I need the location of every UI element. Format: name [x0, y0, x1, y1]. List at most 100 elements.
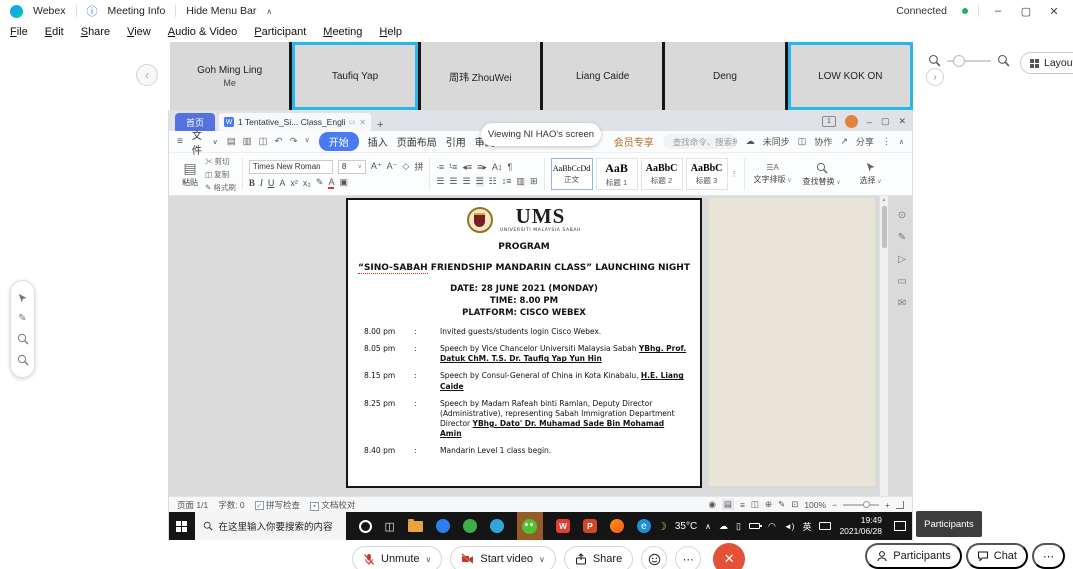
video-tile[interactable]: Deng	[665, 42, 784, 110]
settings-icon[interactable]: ⊙	[898, 210, 906, 221]
spell-check-toggle[interactable]: ✓ 拼写检查	[255, 499, 300, 511]
wps-document-tab[interactable]: W 1 Tentative_Si... Class_English ▭ ✕	[219, 113, 371, 131]
doc-tab-close-icon[interactable]: ✕	[359, 118, 366, 127]
superscript-button[interactable]: x²	[290, 178, 298, 188]
video-tile-active[interactable]: Taufiq Yap	[292, 42, 417, 110]
styles-more-icon[interactable]: ⋮	[731, 170, 738, 178]
wps-close-button[interactable]: ✕	[898, 116, 906, 127]
text-layout-tool[interactable]: ☰A 文字排版 ∨	[751, 155, 795, 193]
save-icon[interactable]: ▤	[227, 136, 236, 147]
proofing-toggle[interactable]: ▪ 文档校对	[310, 499, 355, 511]
align-center-button[interactable]: ☰	[449, 176, 457, 187]
weather-moon-icon[interactable]: ☽	[657, 520, 667, 533]
chevron-down-icon[interactable]: ∨	[539, 555, 545, 564]
phonetic-guide-icon[interactable]: 拼	[414, 160, 423, 173]
weather-temp[interactable]: 35°C	[675, 521, 697, 532]
mail-icon[interactable]: ✉	[898, 298, 906, 309]
line-spacing-button[interactable]: ↕≡	[502, 176, 512, 186]
bullet-list-button[interactable]: ∙≡	[436, 162, 444, 172]
distribute-button[interactable]: ☷	[489, 176, 497, 187]
unmute-button[interactable]: Unmute ∨	[352, 546, 442, 569]
menu-meeting[interactable]: Meeting	[323, 26, 362, 38]
video-tile[interactable]: Goh Ming Ling Me	[170, 42, 289, 110]
participants-panel-button[interactable]: Participants	[865, 543, 961, 569]
style-heading3[interactable]: AaBbC 标题 3	[686, 158, 728, 190]
align-right-button[interactable]: ☰	[463, 176, 471, 187]
zoom-slider-knob[interactable]	[953, 55, 965, 67]
page-view-icon[interactable]: ▤	[722, 499, 734, 510]
numbered-list-button[interactable]: ¹≡	[449, 162, 457, 172]
shading-button[interactable]: ▥	[517, 176, 526, 187]
menu-participant[interactable]: Participant	[254, 26, 306, 38]
pen-tool-icon[interactable]: ✎	[18, 313, 26, 324]
justify-button[interactable]: ☰	[476, 176, 484, 187]
wps-file-menu[interactable]: 文件	[192, 127, 204, 157]
vertical-scrollbar[interactable]: ▲	[879, 196, 888, 496]
meeting-info-button[interactable]: Meeting Info	[108, 5, 166, 17]
command-search-box[interactable]: 查找命令、搜索模板	[663, 134, 737, 149]
zoom-in-icon[interactable]	[997, 54, 1010, 67]
share-button[interactable]: Share	[564, 546, 633, 569]
wps-minimize-button[interactable]: –	[867, 117, 872, 127]
align-left-button[interactable]: ☰	[436, 176, 444, 187]
collapse-ribbon-icon[interactable]: ∧	[899, 138, 904, 146]
style-heading1[interactable]: AaB 标题 1	[596, 158, 638, 190]
font-color-button[interactable]: A	[328, 177, 334, 189]
word-count[interactable]: 字数: 0	[218, 499, 244, 511]
taskbar-clock[interactable]: 19:49 2021/06/28	[839, 515, 882, 536]
borders-button[interactable]: ⊞	[530, 176, 538, 187]
cloud-tray-icon[interactable]: ☁	[719, 521, 728, 532]
action-center-icon[interactable]	[894, 521, 906, 531]
menu-file[interactable]: File	[10, 26, 28, 38]
fullscreen-icon[interactable]	[896, 501, 904, 509]
outline-view-icon[interactable]: ≡	[740, 500, 745, 510]
ribbon-tab-page-layout[interactable]: 页面布局	[397, 134, 437, 149]
print-preview-icon[interactable]: ◫	[259, 136, 268, 147]
wps-app-button[interactable]: W	[556, 519, 570, 533]
ribbon-tab-insert[interactable]: 插入	[368, 134, 388, 149]
chat-panel-button[interactable]: Chat	[966, 543, 1028, 569]
filmstrip-next-button[interactable]: ›	[926, 68, 944, 86]
web-view-icon[interactable]: ⊕	[765, 499, 772, 510]
scrollbar-thumb[interactable]	[882, 206, 887, 248]
filmstrip-prev-button[interactable]: ‹	[136, 64, 158, 86]
magnify-in-icon[interactable]	[17, 333, 29, 345]
start-button[interactable]	[169, 512, 195, 540]
close-button[interactable]: ✕	[1045, 5, 1063, 18]
style-heading2[interactable]: AaBbC 标题 2	[641, 158, 683, 190]
play-icon[interactable]: ▷	[898, 254, 906, 265]
tray-expand-icon[interactable]: ∧	[705, 522, 711, 531]
wps-restore-button[interactable]: ▢	[881, 116, 890, 127]
grow-font-icon[interactable]: A⁺	[371, 161, 382, 172]
phone-tray-icon[interactable]: ▯	[736, 521, 741, 532]
zoom-plus-button[interactable]: +	[885, 500, 890, 510]
volume-icon[interactable]: ◄)	[784, 522, 795, 531]
cortana-button[interactable]	[359, 520, 372, 533]
maximize-button[interactable]: ▢	[1017, 5, 1035, 18]
leave-meeting-button[interactable]: ✕	[713, 543, 745, 569]
status-zoom-knob[interactable]	[863, 501, 870, 508]
underline-button[interactable]: U	[268, 178, 275, 188]
fit-page-icon[interactable]: ⊡	[791, 499, 798, 510]
scroll-up-icon[interactable]: ▲	[880, 196, 888, 204]
zoom-out-icon[interactable]	[928, 54, 941, 67]
file-explorer-button[interactable]	[408, 521, 423, 532]
zoom-minus-button[interactable]: −	[832, 500, 837, 510]
eye-protect-icon[interactable]: ◉	[708, 499, 715, 510]
wechat-button-active[interactable]	[517, 512, 543, 540]
magnify-out-icon[interactable]	[17, 354, 29, 366]
ruler-icon[interactable]: ▭	[897, 276, 906, 287]
collaborate-button[interactable]: 协作	[814, 135, 832, 148]
italic-button[interactable]: I	[260, 178, 263, 188]
edge-button[interactable]: e	[637, 519, 651, 533]
chevron-down-icon[interactable]: ∨	[305, 136, 310, 147]
menu-audio-video[interactable]: Audio & Video	[168, 26, 238, 38]
minimize-button[interactable]: –	[989, 5, 1007, 17]
show-marks-icon[interactable]: ¶	[507, 162, 512, 172]
firefox-button[interactable]	[610, 519, 624, 533]
meeting-app-icon[interactable]	[490, 519, 504, 533]
format-painter-button[interactable]: ✎ 格式刷	[205, 182, 236, 193]
video-tile-active[interactable]: LOW KOK ON	[788, 42, 913, 110]
menu-view[interactable]: View	[127, 26, 151, 38]
shrink-font-icon[interactable]: A⁻	[387, 161, 398, 172]
